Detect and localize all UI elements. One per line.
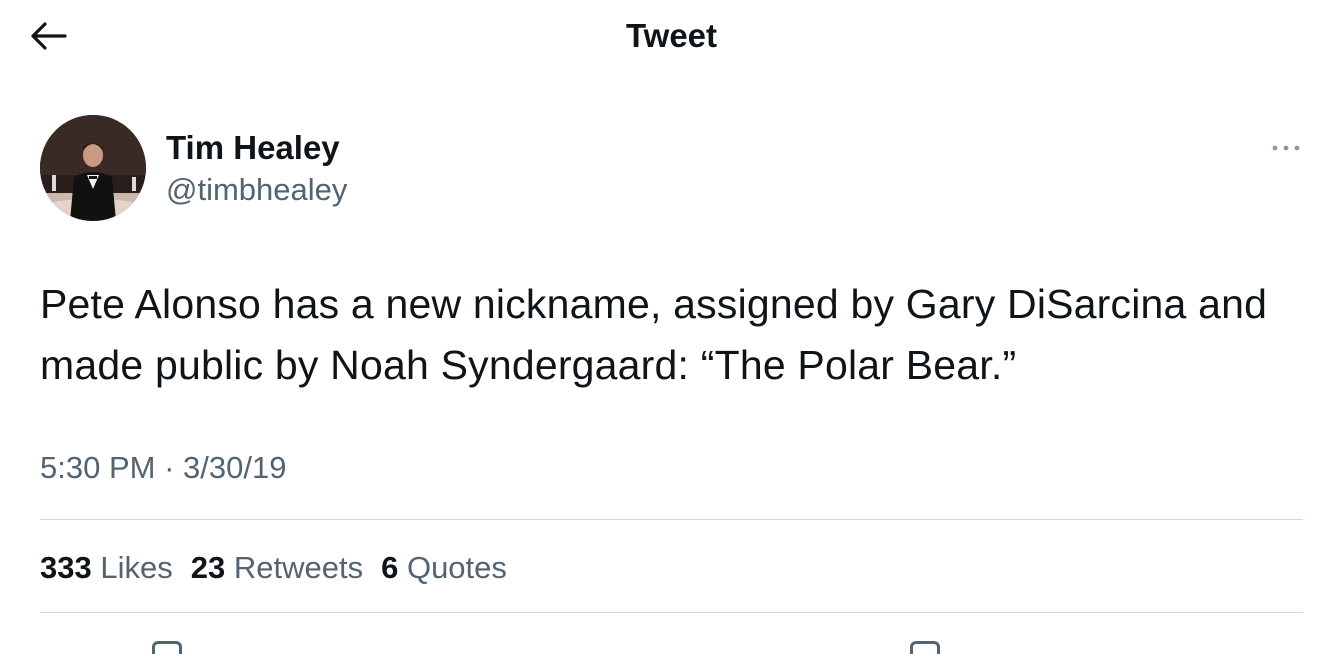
timestamp-separator: ·	[164, 450, 175, 485]
likes-stat[interactable]: 333 Likes	[40, 546, 173, 590]
reply-icon[interactable]	[152, 641, 182, 654]
divider	[40, 519, 1303, 520]
quotes-label: Quotes	[406, 550, 507, 585]
likes-count: 333	[40, 550, 92, 585]
retweets-label: Retweets	[233, 550, 364, 585]
tweet-timestamp[interactable]: 5:30 PM · 3/30/19	[40, 446, 286, 490]
retweets-stat[interactable]: 23 Retweets	[191, 546, 363, 590]
author-handle[interactable]: @timbhealey	[166, 170, 347, 210]
tweet-time: 5:30 PM	[40, 450, 156, 485]
avatar[interactable]	[40, 115, 146, 221]
tweet-stats: 333 Likes 23 Retweets 6 Quotes	[40, 546, 525, 590]
author-display-name[interactable]: Tim Healey	[166, 128, 340, 168]
likes-label: Likes	[100, 550, 173, 585]
more-horizontal-icon	[1272, 145, 1300, 151]
divider	[40, 612, 1303, 613]
tweet-text: Pete Alonso has a new nickname, assigned…	[40, 281, 1268, 388]
retweets-count: 23	[190, 550, 226, 585]
page-title: Tweet	[625, 17, 718, 54]
more-options-button[interactable]	[1266, 132, 1306, 164]
quotes-stat[interactable]: 6 Quotes	[381, 546, 507, 590]
quotes-count: 6	[381, 550, 399, 585]
tweet-date: 3/30/19	[183, 450, 287, 485]
share-icon[interactable]	[910, 641, 940, 654]
